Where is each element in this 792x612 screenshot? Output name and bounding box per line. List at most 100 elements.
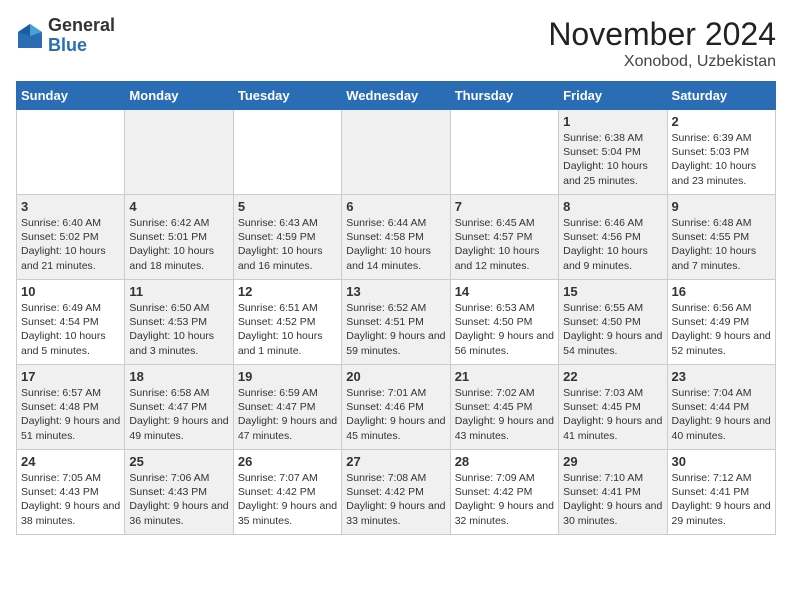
- calendar-week-row: 1Sunrise: 6:38 AMSunset: 5:04 PMDaylight…: [17, 110, 776, 195]
- cell-info-line: Sunrise: 6:53 AM: [455, 301, 554, 315]
- cell-info-line: Daylight: 9 hours and 52 minutes.: [672, 329, 771, 357]
- calendar-cell: [450, 110, 558, 195]
- cell-info-line: Sunrise: 6:59 AM: [238, 386, 337, 400]
- calendar-table: SundayMondayTuesdayWednesdayThursdayFrid…: [16, 81, 776, 535]
- calendar-cell: 8Sunrise: 6:46 AMSunset: 4:56 PMDaylight…: [559, 195, 667, 280]
- cell-info-line: Daylight: 9 hours and 59 minutes.: [346, 329, 445, 357]
- calendar-cell: 3Sunrise: 6:40 AMSunset: 5:02 PMDaylight…: [17, 195, 125, 280]
- cell-info-line: Daylight: 9 hours and 32 minutes.: [455, 499, 554, 527]
- calendar-cell: 2 Sunrise: 6:39 AMSunset: 5:03 PMDaylight…: [667, 110, 775, 195]
- header-day: Saturday: [667, 82, 775, 110]
- cell-info-line: Sunset: 4:43 PM: [129, 485, 228, 499]
- day-number: 7: [455, 199, 554, 214]
- cell-info-line: Sunset: 4:54 PM: [21, 315, 120, 329]
- cell-info-line: Sunset: 5:03 PM: [672, 145, 771, 159]
- cell-info-line: Daylight: 9 hours and 43 minutes.: [455, 414, 554, 442]
- day-number: 10: [21, 284, 120, 299]
- cell-info-line: Daylight: 10 hours and 23 minutes.: [672, 159, 771, 187]
- cell-info-line: Sunset: 4:41 PM: [563, 485, 662, 499]
- cell-info-line: Sunrise: 6:51 AM: [238, 301, 337, 315]
- header-day: Tuesday: [233, 82, 341, 110]
- calendar-cell: 30Sunrise: 7:12 AMSunset: 4:41 PMDayligh…: [667, 450, 775, 535]
- cell-info-line: Sunrise: 7:03 AM: [563, 386, 662, 400]
- calendar-cell: 19Sunrise: 6:59 AMSunset: 4:47 PMDayligh…: [233, 365, 341, 450]
- cell-info-line: Daylight: 10 hours and 5 minutes.: [21, 329, 120, 357]
- cell-info-line: Sunset: 5:02 PM: [21, 230, 120, 244]
- calendar-cell: 21 Sunrise: 7:02 AMSunset: 4:45 PMDayligh…: [450, 365, 558, 450]
- calendar-cell: 16 Sunrise: 6:56 AMSunset: 4:49 PMDayligh…: [667, 280, 775, 365]
- page-title: November 2024: [548, 16, 776, 53]
- calendar-cell: 9Sunrise: 6:48 AMSunset: 4:55 PMDaylight…: [667, 195, 775, 280]
- cell-info-line: Daylight: 10 hours and 7 minutes.: [672, 244, 771, 272]
- cell-info-line: Sunrise: 7:02 AM: [455, 386, 554, 400]
- cell-info-line: Sunrise: 6:55 AM: [563, 301, 662, 315]
- cell-info-line: Sunrise: 6:49 AM: [21, 301, 120, 315]
- day-number: 4: [129, 199, 228, 214]
- cell-info-line: Sunset: 5:04 PM: [563, 145, 662, 159]
- day-number: 27: [346, 454, 445, 469]
- day-number: 3: [21, 199, 120, 214]
- day-number: 21: [455, 369, 554, 384]
- cell-info-line: Sunset: 4:57 PM: [455, 230, 554, 244]
- cell-info-line: Sunrise: 7:04 AM: [672, 386, 771, 400]
- cell-info-line: Daylight: 9 hours and 33 minutes.: [346, 499, 445, 527]
- cell-info-line: Sunrise: 6:52 AM: [346, 301, 445, 315]
- day-number: 11: [129, 284, 228, 299]
- logo-general-text: General: [48, 16, 115, 36]
- cell-info-line: Sunset: 4:42 PM: [455, 485, 554, 499]
- calendar-cell: [233, 110, 341, 195]
- day-number: 13: [346, 284, 445, 299]
- cell-info-line: Daylight: 9 hours and 35 minutes.: [238, 499, 337, 527]
- cell-info-line: Daylight: 9 hours and 51 minutes.: [21, 414, 120, 442]
- cell-info-line: Sunrise: 6:46 AM: [563, 216, 662, 230]
- calendar-cell: 29Sunrise: 7:10 AMSunset: 4:41 PMDayligh…: [559, 450, 667, 535]
- day-number: 29: [563, 454, 662, 469]
- day-number: 20: [346, 369, 445, 384]
- cell-info-line: Sunrise: 6:56 AM: [672, 301, 771, 315]
- cell-info-line: Sunset: 4:49 PM: [672, 315, 771, 329]
- day-number: 8: [563, 199, 662, 214]
- calendar-cell: [342, 110, 450, 195]
- day-number: 6: [346, 199, 445, 214]
- calendar-cell: 25Sunrise: 7:06 AMSunset: 4:43 PMDayligh…: [125, 450, 233, 535]
- calendar-cell: 1Sunrise: 6:38 AMSunset: 5:04 PMDaylight…: [559, 110, 667, 195]
- calendar-cell: [17, 110, 125, 195]
- cell-info-line: Sunrise: 6:38 AM: [563, 131, 662, 145]
- cell-info-line: Daylight: 10 hours and 1 minute.: [238, 329, 337, 357]
- logo-icon: [16, 22, 44, 50]
- cell-info-line: Sunset: 4:50 PM: [563, 315, 662, 329]
- cell-info-line: Sunrise: 7:06 AM: [129, 471, 228, 485]
- calendar-cell: 28Sunrise: 7:09 AMSunset: 4:42 PMDayligh…: [450, 450, 558, 535]
- cell-info-line: Sunrise: 6:39 AM: [672, 131, 771, 145]
- calendar-cell: 27Sunrise: 7:08 AMSunset: 4:42 PMDayligh…: [342, 450, 450, 535]
- cell-info-line: Sunrise: 6:48 AM: [672, 216, 771, 230]
- cell-info-line: Daylight: 9 hours and 30 minutes.: [563, 499, 662, 527]
- calendar-week-row: 3Sunrise: 6:40 AMSunset: 5:02 PMDaylight…: [17, 195, 776, 280]
- day-number: 2: [672, 114, 771, 129]
- cell-info-line: Daylight: 10 hours and 9 minutes.: [563, 244, 662, 272]
- cell-info-line: Daylight: 9 hours and 40 minutes.: [672, 414, 771, 442]
- cell-info-line: Sunrise: 7:09 AM: [455, 471, 554, 485]
- calendar-cell: 22Sunrise: 7:03 AMSunset: 4:45 PMDayligh…: [559, 365, 667, 450]
- logo-blue-text: Blue: [48, 36, 115, 56]
- cell-info-line: Sunset: 4:59 PM: [238, 230, 337, 244]
- calendar-cell: 26Sunrise: 7:07 AMSunset: 4:42 PMDayligh…: [233, 450, 341, 535]
- calendar-cell: 24Sunrise: 7:05 AMSunset: 4:43 PMDayligh…: [17, 450, 125, 535]
- cell-info-line: Daylight: 9 hours and 41 minutes.: [563, 414, 662, 442]
- calendar-cell: 13Sunrise: 6:52 AMSunset: 4:51 PMDayligh…: [342, 280, 450, 365]
- calendar-cell: 6Sunrise: 6:44 AMSunset: 4:58 PMDaylight…: [342, 195, 450, 280]
- calendar-cell: 11Sunrise: 6:50 AMSunset: 4:53 PMDayligh…: [125, 280, 233, 365]
- cell-info-line: Sunset: 4:45 PM: [455, 400, 554, 414]
- day-number: 24: [21, 454, 120, 469]
- calendar-cell: 12Sunrise: 6:51 AMSunset: 4:52 PMDayligh…: [233, 280, 341, 365]
- day-number: 16: [672, 284, 771, 299]
- cell-info-line: Sunset: 4:50 PM: [455, 315, 554, 329]
- cell-info-line: Daylight: 10 hours and 3 minutes.: [129, 329, 228, 357]
- logo: General Blue: [16, 16, 115, 56]
- cell-info-line: Sunrise: 7:05 AM: [21, 471, 120, 485]
- cell-info-line: Sunrise: 6:57 AM: [21, 386, 120, 400]
- cell-info-line: Daylight: 9 hours and 49 minutes.: [129, 414, 228, 442]
- cell-info-line: Daylight: 9 hours and 47 minutes.: [238, 414, 337, 442]
- cell-info-line: Daylight: 10 hours and 25 minutes.: [563, 159, 662, 187]
- cell-info-line: Daylight: 9 hours and 54 minutes.: [563, 329, 662, 357]
